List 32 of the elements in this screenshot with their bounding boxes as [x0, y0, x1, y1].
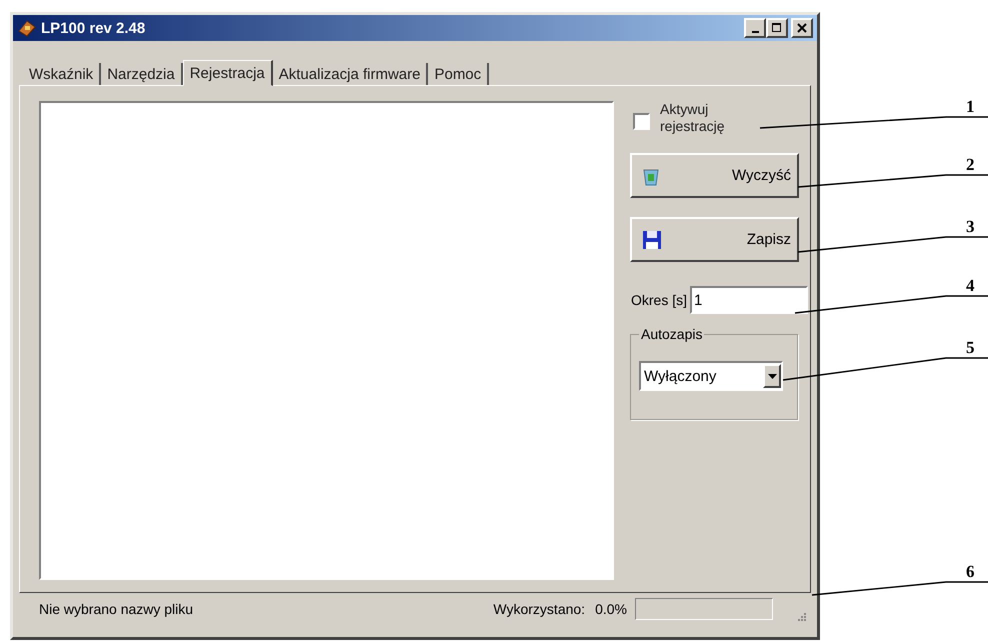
period-field[interactable]: 1	[690, 286, 808, 314]
callout-number: 2	[966, 155, 974, 174]
close-button[interactable]	[791, 18, 813, 38]
group-label: Autozapis	[639, 326, 704, 342]
clear-button[interactable]: Wyczyść	[630, 153, 799, 198]
window-title: LP100 rev 2.48	[41, 20, 146, 36]
maximize-icon	[772, 23, 782, 33]
floppy-icon	[642, 230, 662, 250]
checkbox[interactable]	[633, 113, 650, 130]
resize-grip-icon[interactable]	[795, 610, 807, 622]
save-button[interactable]: Zapisz	[630, 217, 799, 262]
usage-label: Wykorzystano:	[493, 601, 586, 617]
tab[interactable]: Rejestracja	[182, 60, 273, 86]
maximize-button[interactable]	[766, 18, 788, 38]
callout-number: 4	[966, 276, 974, 295]
callout-number: 5	[966, 338, 974, 357]
tab[interactable]: Aktualizacja firmware	[272, 63, 428, 85]
callout-number: 6	[966, 562, 974, 581]
tab[interactable]: Pomoc	[428, 63, 490, 85]
period-label: Okres [s]	[631, 292, 688, 308]
callout-number: 3	[966, 217, 974, 236]
tab[interactable]: Wskaźnik	[23, 63, 102, 85]
file-status: Nie wybrano nazwy pliku	[39, 601, 194, 617]
minimize-button[interactable]	[744, 18, 766, 38]
minimize-icon	[752, 30, 758, 32]
device-icon	[17, 19, 37, 37]
usage-value: 0.0%	[595, 601, 627, 617]
checkbox-label: Aktywuj rejestrację	[660, 101, 726, 135]
close-icon	[797, 23, 807, 33]
callout-number: 1	[966, 97, 974, 116]
autosave-dropdown[interactable]: Wyłączony	[639, 361, 783, 391]
caret-icon	[768, 374, 776, 378]
